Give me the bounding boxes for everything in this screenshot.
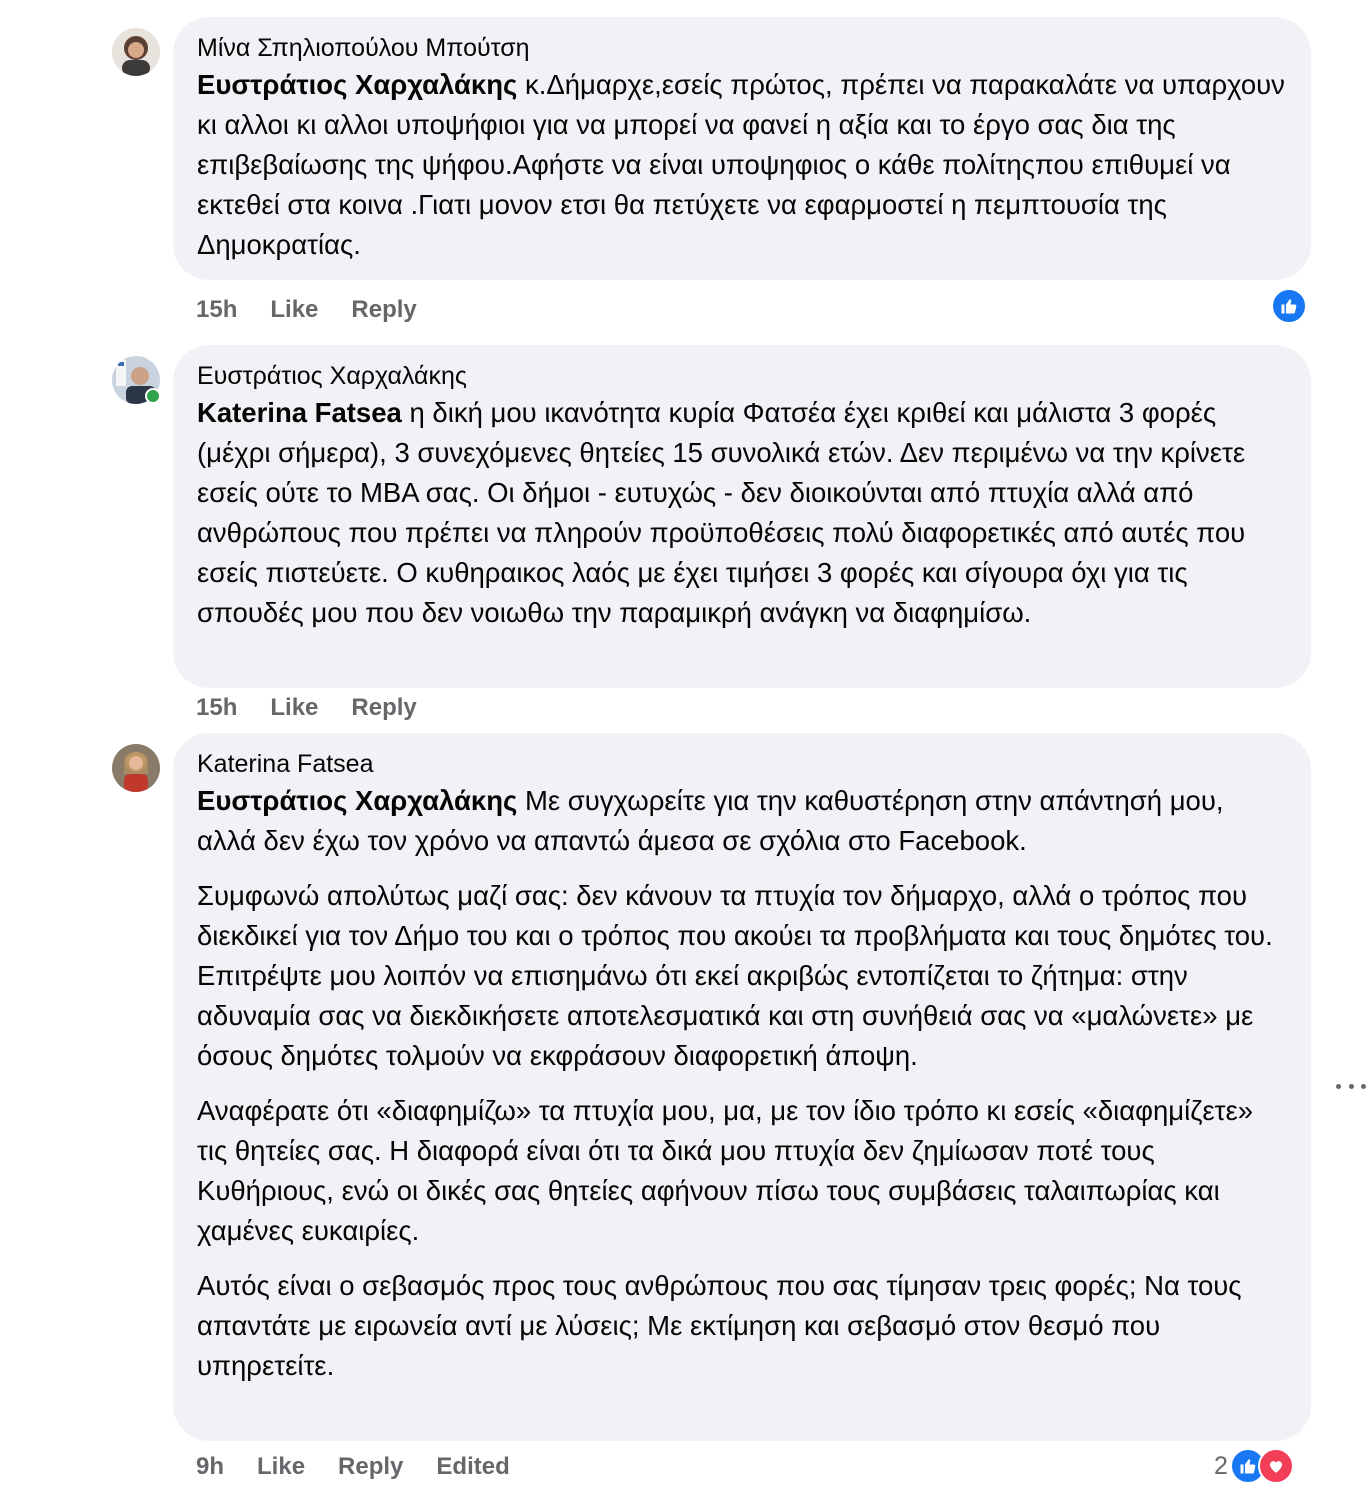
- timestamp[interactable]: 15h: [196, 694, 237, 722]
- mention-link[interactable]: Ευστράτιος Χαρχαλάκης: [197, 69, 517, 100]
- comment-bubble: Ευστράτιος Χαρχαλάκης Katerina Fatsea η …: [173, 345, 1311, 688]
- reply-button[interactable]: Reply: [351, 694, 416, 722]
- timestamp[interactable]: 9h: [196, 1453, 224, 1481]
- more-options-icon[interactable]: [1336, 1076, 1366, 1096]
- comment-bubble: Μίνα Σπηλιοπούλου Μπούτση Ευστράτιος Χαρ…: [173, 17, 1311, 280]
- comment-actions: 15h Like Reply: [196, 693, 417, 723]
- reply-button[interactable]: Reply: [351, 296, 416, 324]
- like-button[interactable]: Like: [270, 296, 318, 324]
- avatar[interactable]: [112, 28, 160, 76]
- like-button[interactable]: Like: [257, 1453, 305, 1481]
- like-button[interactable]: Like: [270, 694, 318, 722]
- comment-paragraph: Αναφέρατε ότι «διαφημίζω» τα πτυχία μου,…: [197, 1095, 1254, 1246]
- reply-button[interactable]: Reply: [338, 1453, 403, 1481]
- online-status-indicator: [145, 388, 161, 404]
- comment-text: Katerina Fatsea η δική μου ικανότητα κυρ…: [197, 397, 1246, 628]
- avatar[interactable]: [112, 356, 161, 404]
- comment-author[interactable]: Ευστράτιος Χαρχαλάκης: [197, 359, 1287, 393]
- avatar[interactable]: [112, 744, 160, 792]
- timestamp[interactable]: 15h: [196, 296, 237, 324]
- love-icon: [1257, 1448, 1294, 1484]
- reaction-count: 2: [1214, 1451, 1228, 1480]
- comment-text: Ευστράτιος Χαρχαλάκης Με συγχωρείτε για …: [197, 781, 1287, 1386]
- avatar-image: [112, 28, 160, 76]
- comment-actions: 15h Like Reply: [196, 295, 417, 325]
- comment-actions: 9h Like Reply Edited: [196, 1452, 510, 1482]
- comment-paragraph: Συμφωνώ απολύτως μαζί σας: δεν κάνουν τα…: [197, 880, 1273, 1071]
- mention-link[interactable]: Katerina Fatsea: [197, 397, 402, 428]
- reaction-summary[interactable]: 2: [1214, 1448, 1294, 1484]
- comment-paragraph: Αυτός είναι ο σεβασμός προς τους ανθρώπο…: [197, 1270, 1242, 1381]
- avatar-image: [112, 744, 160, 792]
- mention-link[interactable]: Ευστράτιος Χαρχαλάκης: [197, 785, 517, 816]
- edited-label[interactable]: Edited: [436, 1453, 509, 1481]
- comment-bubble: Katerina Fatsea Ευστράτιος Χαρχαλάκης Με…: [173, 733, 1311, 1441]
- comment-text: Ευστράτιος Χαρχαλάκης κ.Δήμαρχε,εσείς πρ…: [197, 69, 1285, 260]
- like-icon: [1271, 288, 1307, 324]
- reaction-summary[interactable]: [1271, 288, 1307, 324]
- comment-author[interactable]: Katerina Fatsea: [197, 747, 1287, 781]
- comment-author[interactable]: Μίνα Σπηλιοπούλου Μπούτση: [197, 31, 1287, 65]
